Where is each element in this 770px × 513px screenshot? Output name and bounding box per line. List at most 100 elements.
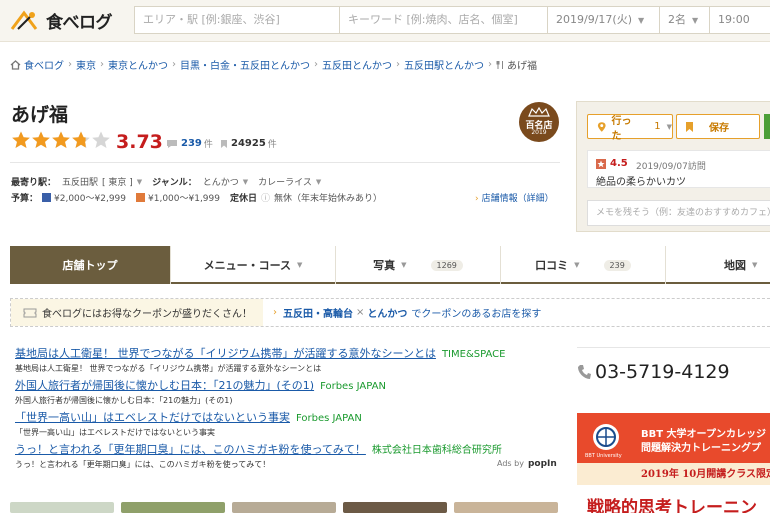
- photo-thumbnail[interactable]: [10, 502, 114, 513]
- keyword-search-input[interactable]: キーワード [例:焼肉、店名、個室]: [340, 6, 548, 34]
- ad-line4: 戦略的思考トレーニン: [587, 498, 757, 513]
- article-title[interactable]: うっ！と言われる「更年期口臭」には、このハミガキ粉を使ってみて！: [15, 443, 366, 456]
- rating-score: 3.73: [116, 131, 163, 153]
- logo-icon: [10, 10, 38, 30]
- went-label: 行った: [611, 115, 632, 142]
- reviews-count: 239: [181, 138, 202, 149]
- genre-link[interactable]: とんかつ: [203, 175, 239, 188]
- tab-photos[interactable]: 写真 ▼ 1269: [336, 246, 501, 284]
- article-title[interactable]: 「世界一高い山」はエベレストだけではないという事実: [15, 411, 290, 424]
- budget-dinner: ¥2,000～¥2,999: [54, 194, 126, 204]
- sponsored-article[interactable]: 外国人旅行者が帰国後に懐かしむ日本：「21の魅力」(その1) Forbes JAP…: [15, 377, 386, 406]
- breadcrumb-current: あげ福: [507, 61, 537, 72]
- breadcrumb-separator: ›: [172, 59, 176, 70]
- tab-map[interactable]: 地図 ▼: [666, 246, 770, 284]
- article-desc: うっ！と言われる「更年期口臭」には、このハミガキ粉を使ってみて！: [15, 460, 271, 469]
- reviews-unit: 件: [203, 140, 213, 150]
- station-link[interactable]: 五反田駅: [62, 175, 98, 188]
- tab-label: 店舗トップ: [62, 259, 118, 272]
- tab-menu[interactable]: メニュー・コース ▼: [171, 246, 336, 284]
- bookmark-icon: [221, 139, 227, 148]
- coupon-x: ×: [356, 307, 365, 318]
- reserve-button[interactable]: [764, 114, 770, 139]
- badge-year: 2019: [531, 129, 547, 136]
- article-title[interactable]: 基地局は人工衛星！ 世界でつながる「イリジウム携帯」が活躍する意外なシーンとは: [15, 347, 436, 360]
- station-label: 最寄り駅：: [11, 178, 57, 188]
- people-value: 2名: [668, 13, 686, 26]
- chevron-down-icon: ▼: [242, 177, 249, 186]
- global-header: 食べログ エリア・駅 [例:銀座、渋谷] キーワード [例:焼肉、店名、個室] …: [0, 0, 770, 42]
- breadcrumb-item[interactable]: 五反田駅とんかつ: [404, 57, 484, 72]
- divider: [577, 347, 770, 348]
- time-value: 19:00: [718, 13, 750, 26]
- star-icon: [72, 131, 90, 148]
- help-icon[interactable]: ⓘ: [261, 191, 270, 204]
- tab-reviews[interactable]: 口コミ ▼ 239: [501, 246, 666, 284]
- breadcrumb-item[interactable]: 五反田とんかつ: [322, 57, 392, 72]
- memo-input[interactable]: メモを残そう（例：友達のおすすめカフェ）: [587, 200, 770, 226]
- my-review-card[interactable]: 4.5 2019/09/07訪問 絶品の柔らかいカツ: [587, 150, 770, 188]
- chevron-down-icon: ▼: [574, 261, 580, 269]
- lunch-icon: [136, 193, 145, 202]
- went-button[interactable]: 行った 1 ▼: [587, 114, 673, 142]
- holiday-label: 定休日: [229, 194, 257, 204]
- hyakumeiten-badge: 百名店 2019: [519, 102, 559, 142]
- store-detail-label: 店舗情報（詳細）: [481, 194, 554, 204]
- tab-label: 写真: [373, 259, 396, 272]
- breadcrumb-item[interactable]: 目黒・白金・五反田とんかつ: [180, 57, 310, 72]
- ad-line3: 2019年 10月開講クラス限定: [641, 469, 770, 480]
- review-score: 4.5: [610, 158, 628, 169]
- ad-banner[interactable]: BBT University BBT 大学オープンカレッジ 問題解決力トレーニン…: [577, 413, 770, 513]
- reviews-count-link[interactable]: 239 件: [166, 137, 213, 150]
- chevron-down-icon: ▼: [136, 177, 143, 186]
- breadcrumb-item[interactable]: 食べログ: [24, 57, 64, 72]
- article-source: Forbes JAPAN: [296, 413, 362, 424]
- star-icon: [32, 131, 50, 148]
- article-source: 株式会社日本歯科総合研究所: [371, 445, 502, 456]
- sponsored-article[interactable]: うっ！と言われる「更年期口臭」には、このハミガキ粉を使ってみて！ 株式会社日本歯科…: [15, 441, 502, 470]
- breadcrumb-separator: ›: [396, 59, 400, 70]
- save-button[interactable]: 保存: [676, 114, 760, 139]
- ads-by-popin[interactable]: Ads by popIn: [497, 459, 557, 469]
- sponsored-article[interactable]: 基地局は人工衛星！ 世界でつながる「イリジウム携帯」が活躍する意外なシーンとは T…: [15, 345, 505, 374]
- star-icon: [596, 159, 606, 169]
- review-text: 絶品の柔らかいカツ: [596, 177, 686, 188]
- photo-thumbnail[interactable]: [232, 502, 336, 513]
- chevron-down-icon: ▼: [315, 177, 322, 186]
- article-title[interactable]: 外国人旅行者が帰国後に懐かしむ日本：「21の魅力」(その1): [15, 379, 314, 392]
- people-select[interactable]: 2名 ▼: [660, 6, 710, 34]
- saves-count: 24925: [231, 138, 266, 149]
- tab-top[interactable]: 店舗トップ: [10, 246, 171, 284]
- genre-label: ジャンル：: [152, 178, 197, 188]
- tabelog-logo[interactable]: 食べログ: [10, 8, 113, 33]
- store-detail-link[interactable]: › 店舗情報（詳細）: [475, 191, 554, 204]
- breadcrumb-item[interactable]: 東京: [76, 57, 96, 72]
- saves-unit: 件: [267, 140, 277, 150]
- location-pin-icon: [597, 121, 606, 132]
- photo-thumbnail[interactable]: [343, 502, 447, 513]
- genre-link[interactable]: カレーライス: [258, 175, 312, 188]
- photo-thumbnail[interactable]: [454, 502, 558, 513]
- sponsored-article[interactable]: 「世界一高い山」はエベレストだけではないという事実 Forbes JAPAN 「世…: [15, 409, 362, 438]
- coupon-banner[interactable]: 食べログにはお得なクーポンが盛りだくさん！ › 五反田・高輪台 × とんかつ で…: [10, 298, 770, 327]
- time-select[interactable]: 19:00: [710, 6, 770, 34]
- coupon-promo-text: 食べログにはお得なクーポンが盛りだくさん！: [42, 309, 252, 320]
- coupon-rest: でクーポンのあるお店を探す: [411, 309, 542, 320]
- photo-thumbnail[interactable]: [121, 502, 225, 513]
- ticket-icon: [23, 308, 37, 317]
- chevron-down-icon: ▼: [638, 16, 645, 25]
- phone-number[interactable]: 03-5719-4129: [577, 361, 730, 383]
- save-label: 保存: [709, 123, 729, 134]
- coupon-area: 五反田・高輪台: [283, 309, 353, 320]
- article-desc: 「世界一高い山」はエベレストだけではないという事実: [15, 428, 215, 437]
- tab-label: メニュー・コース: [203, 259, 292, 272]
- area-search-input[interactable]: エリア・駅 [例:銀座、渋谷]: [134, 6, 340, 34]
- station-genre-row: 最寄り駅： 五反田駅 [ 東京 ] ▼ ジャンル： とんかつ ▼ カレーライス …: [11, 175, 331, 189]
- area-link[interactable]: [ 東京 ]: [102, 175, 133, 188]
- date-select[interactable]: 2019/9/17(火) ▼: [548, 6, 660, 34]
- article-source: Forbes JAPAN: [320, 381, 386, 392]
- coupon-search-link[interactable]: › 五反田・高輪台 × とんかつ でクーポンのあるお店を探す: [273, 299, 541, 326]
- star-icon: [92, 131, 110, 148]
- chevron-down-icon: ▼: [666, 122, 672, 131]
- breadcrumb-item[interactable]: 東京とんかつ: [108, 57, 168, 72]
